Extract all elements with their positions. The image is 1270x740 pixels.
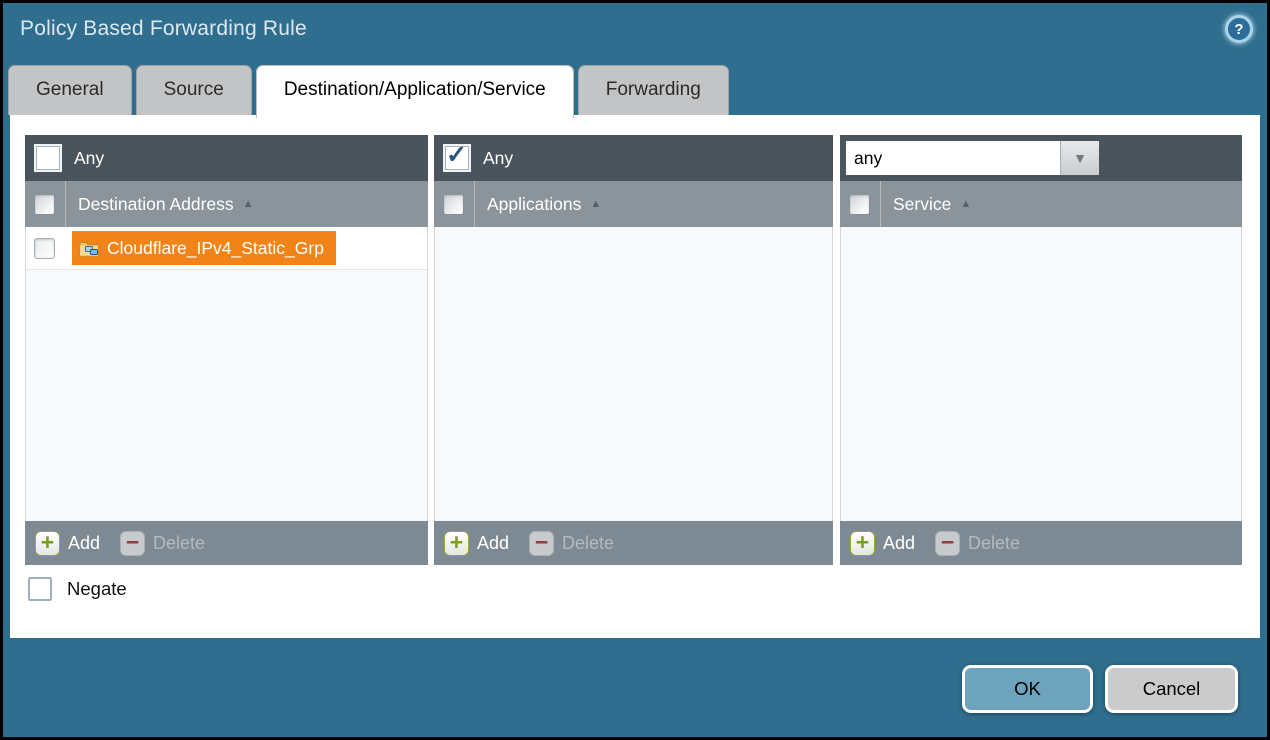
service-select-all-checkbox[interactable] [849, 194, 870, 215]
destination-toolbar: + Add − Delete [25, 521, 428, 565]
applications-add-button[interactable]: + Add [444, 531, 509, 556]
tab-bar: General Source Destination/Application/S… [8, 65, 729, 118]
destination-add-button[interactable]: + Add [35, 531, 100, 556]
delete-icon: − [529, 531, 554, 556]
tab-content: Any Destination Address ▲ [10, 115, 1260, 638]
help-question-glyph: ? [1234, 21, 1243, 38]
cancel-button[interactable]: Cancel [1105, 665, 1238, 713]
service-delete-button[interactable]: − Delete [935, 531, 1020, 556]
delete-button-label: Delete [153, 533, 205, 554]
service-header[interactable]: Service ▲ [840, 181, 1242, 227]
service-list [840, 227, 1242, 521]
destination-select-all-checkbox[interactable] [34, 194, 55, 215]
check-icon: ✓ [446, 142, 467, 168]
destination-address-list: Cloudflare_IPv4_Static_Grp [25, 227, 428, 521]
add-button-label: Add [883, 533, 915, 554]
destination-delete-button[interactable]: − Delete [120, 531, 205, 556]
applications-any-bar: ✓ Any [434, 135, 833, 181]
destination-any-label: Any [74, 148, 104, 169]
add-button-label: Add [68, 533, 100, 554]
service-dropdown[interactable]: any ▼ [846, 141, 1099, 175]
help-icon[interactable]: ? [1225, 15, 1253, 43]
applications-column: ✓ Any Applications ▲ + Add − Delete [434, 135, 833, 565]
tab-general[interactable]: General [8, 65, 132, 115]
applications-any-checkbox[interactable]: ✓ [443, 144, 471, 172]
delete-icon: − [120, 531, 145, 556]
service-header-checkbox-cell [840, 181, 881, 227]
table-row: Cloudflare_IPv4_Static_Grp [26, 227, 427, 270]
destination-header-checkbox-cell [25, 181, 66, 227]
policy-based-forwarding-dialog: Policy Based Forwarding Rule ? General S… [0, 0, 1270, 740]
add-icon: + [444, 531, 469, 556]
applications-select-all-checkbox[interactable] [443, 194, 464, 215]
applications-header-label: Applications [487, 194, 581, 215]
service-dropdown-value[interactable]: any [846, 141, 1060, 175]
negate-checkbox[interactable] [28, 577, 52, 601]
add-button-label: Add [477, 533, 509, 554]
delete-button-label: Delete [968, 533, 1020, 554]
destination-address-header[interactable]: Destination Address ▲ [25, 181, 428, 227]
applications-any-label: Any [483, 148, 513, 169]
chevron-down-icon: ▼ [1073, 150, 1087, 166]
destination-address-column: Any Destination Address ▲ [25, 135, 428, 565]
applications-header[interactable]: Applications ▲ [434, 181, 833, 227]
destination-address-item[interactable]: Cloudflare_IPv4_Static_Grp [72, 231, 336, 265]
add-icon: + [35, 531, 60, 556]
applications-toolbar: + Add − Delete [434, 521, 833, 565]
applications-list [434, 227, 833, 521]
negate-label: Negate [67, 578, 127, 600]
service-column: any ▼ Service ▲ + Add [840, 135, 1242, 565]
service-toolbar: + Add − Delete [840, 521, 1242, 565]
ok-button[interactable]: OK [962, 665, 1093, 713]
service-dropdown-button[interactable]: ▼ [1060, 141, 1099, 175]
destination-address-item-label: Cloudflare_IPv4_Static_Grp [107, 238, 324, 259]
destination-any-bar: Any [25, 135, 428, 181]
negate-row: Negate [28, 577, 127, 601]
destination-header-label: Destination Address [78, 194, 234, 215]
sort-ascending-icon: ▲ [243, 199, 254, 210]
delete-icon: − [935, 531, 960, 556]
tab-source[interactable]: Source [136, 65, 252, 115]
applications-delete-button[interactable]: − Delete [529, 531, 614, 556]
service-dropdown-bar: any ▼ [840, 135, 1242, 181]
applications-header-checkbox-cell [434, 181, 475, 227]
address-group-icon [79, 239, 99, 257]
destination-any-checkbox[interactable] [34, 144, 62, 172]
dialog-title: Policy Based Forwarding Rule [20, 17, 307, 41]
sort-ascending-icon: ▲ [960, 199, 971, 210]
service-add-button[interactable]: + Add [850, 531, 915, 556]
delete-button-label: Delete [562, 533, 614, 554]
service-header-label: Service [893, 194, 951, 215]
sort-ascending-icon: ▲ [590, 199, 601, 210]
destination-row-checkbox[interactable] [34, 238, 55, 259]
add-icon: + [850, 531, 875, 556]
tab-forwarding[interactable]: Forwarding [578, 65, 729, 115]
tab-destination-application-service[interactable]: Destination/Application/Service [256, 65, 574, 118]
